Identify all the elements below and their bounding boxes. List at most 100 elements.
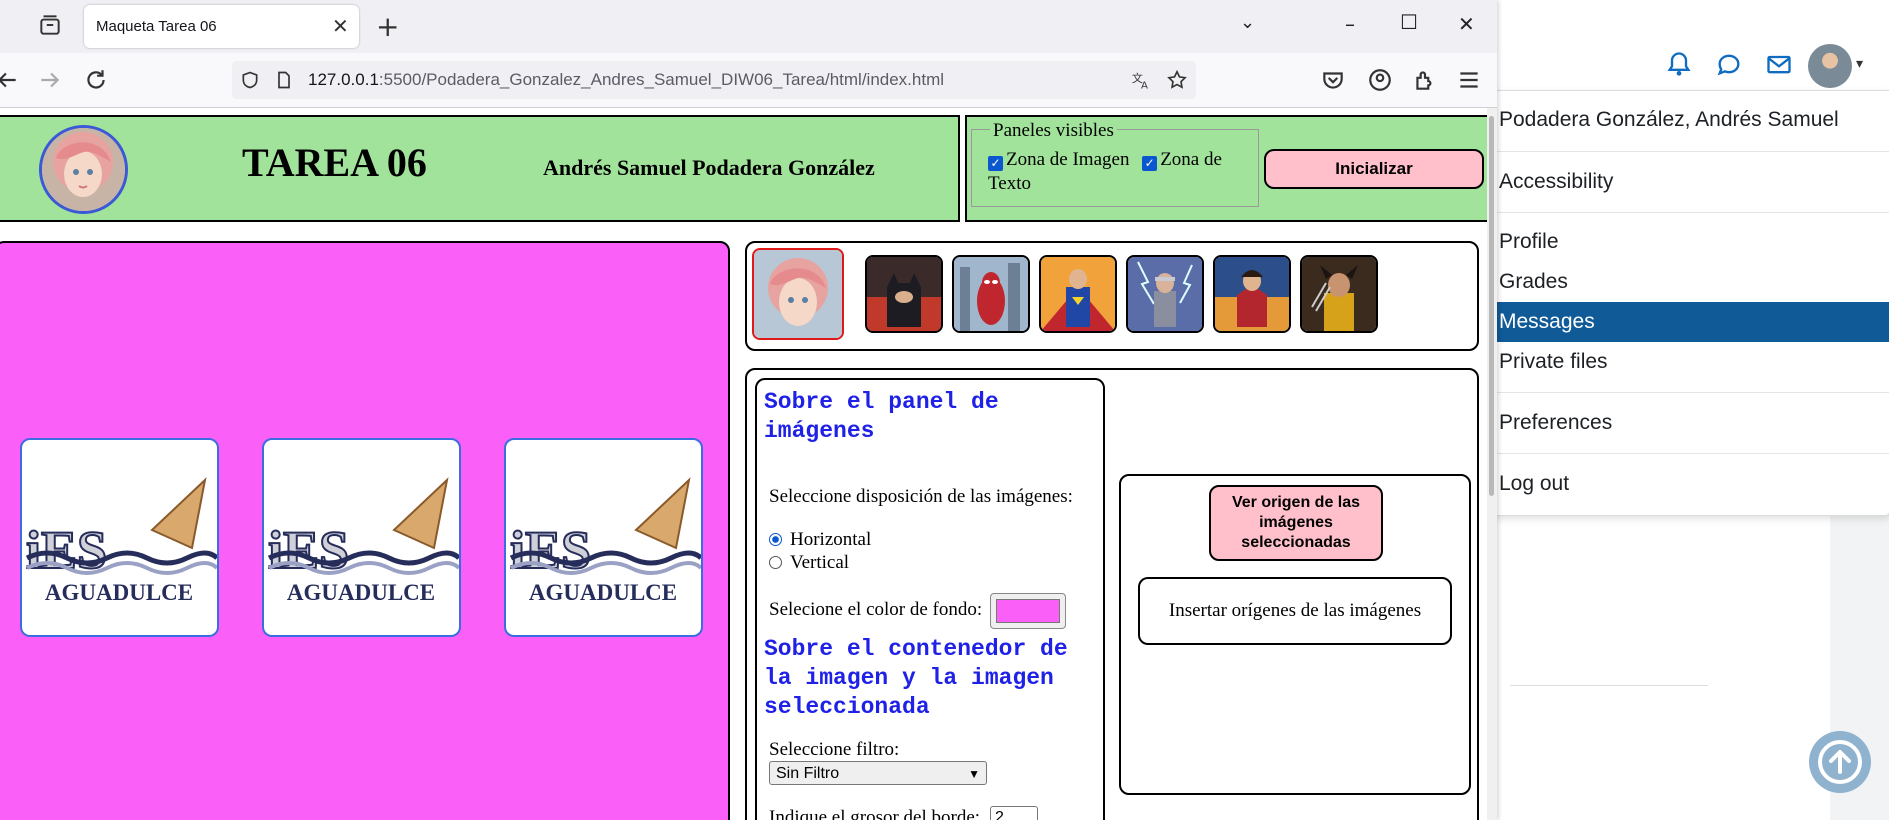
close-window-icon[interactable]: ✕ [1458,12,1475,36]
page-title: TAREA 06 [242,140,427,185]
svg-text:AGUADULCE: AGUADULCE [287,580,435,605]
tab-close-icon[interactable]: ✕ [332,14,349,39]
bg-color-swatch [996,599,1060,623]
hamburger-menu-icon[interactable] [1456,67,1482,93]
thumbnail-batman[interactable] [865,255,943,333]
thumbnail-superman[interactable] [1039,255,1117,333]
header-avatar [39,125,128,214]
translate-icon[interactable]: 文A [1130,69,1152,91]
menu-divider [1491,151,1889,152]
tab-title: Maqueta Tarea 06 [96,18,217,35]
svg-text:AGUADULCE: AGUADULCE [45,580,193,605]
ies-aguadulce-logo: iES AGUADULCE [509,477,701,605]
filter-select[interactable]: Sin Filtro ▼ [769,761,987,785]
chat-icon[interactable] [1715,50,1743,78]
user-dropdown-menu: Podadera González, Andrés Samuel Accessi… [1490,90,1889,516]
radio-vertical[interactable] [769,556,782,569]
page-author: Andrés Samuel Podadera González [543,155,875,180]
back-arrow-icon[interactable] [0,67,20,93]
image-zone-checkbox[interactable]: ✓ [988,156,1003,171]
new-tab-icon[interactable]: + [376,10,399,43]
visible-panels-fieldset: Paneles visibles ✓ Zona de Imagen ✓ Zona d… [971,120,1259,207]
url-host: 127.0.0.1 [308,70,379,89]
menu-item-grades[interactable]: Grades [1491,262,1889,302]
text-zone-checkbox[interactable]: ✓ [1142,156,1158,171]
navigation-bar: 127.0.0.1:5500/Podadera_Gonzalez_Andres_… [0,53,1497,108]
image-card[interactable]: iES AGUADULCE [504,438,703,637]
menu-divider [1491,212,1889,213]
panel-controls: Paneles visibles ✓ Zona de Imagen ✓ Zona d… [965,115,1487,222]
forward-arrow-icon[interactable] [37,67,63,93]
thumbnail-anime-girl[interactable] [752,248,844,340]
page-content: TAREA 06 Andrés Samuel Podadera González… [0,108,1487,820]
origin-box: Ver origen de las imágenes seleccionadas… [1119,474,1471,795]
radio-horizontal[interactable] [769,533,782,546]
image-panel: iES AGUADULCE iES AGUADULCE iES AGUADULC… [0,241,730,820]
reload-icon[interactable] [83,67,109,93]
url-bar[interactable]: 127.0.0.1:5500/Podadera_Gonzalez_Andres_… [232,61,1196,99]
heading-image-container: Sobre el contenedor de la imagen y la im… [764,636,1068,720]
browser-window: Maqueta Tarea 06 ✕ + ⌄ – ☐ ✕ 127.0.0.1:5… [0,0,1497,820]
ies-aguadulce-logo: iES AGUADULCE [267,477,459,605]
tab-active[interactable]: Maqueta Tarea 06 ✕ [84,5,359,48]
shield-icon[interactable] [240,70,260,90]
layout-prompt: Seleccione disposición de las imágenes: [769,486,1073,507]
url-text[interactable]: 127.0.0.1:5500/Podadera_Gonzalez_Andres_… [308,70,944,90]
page-scrollbar[interactable] [1487,108,1497,820]
svg-text:AGUADULCE: AGUADULCE [529,580,677,605]
svg-text:A: A [1141,80,1148,91]
menu-divider [1491,392,1889,393]
text-zone: Sobre el panel de imágenes Seleccione di… [745,368,1479,820]
thumbnail-spiderman[interactable] [952,255,1030,333]
menu-item-messages[interactable]: Messages [1491,302,1889,342]
arrow-up-icon [1818,740,1862,784]
border-width-input[interactable]: 2 [990,806,1038,820]
show-origin-button[interactable]: Ver origen de las imágenes seleccionadas [1209,485,1383,561]
pocket-icon[interactable] [1320,67,1346,93]
heading-image-panel: Sobre el panel de imágenes [764,389,999,444]
filter-selected-value: Sin Filtro [776,765,840,782]
maximize-icon[interactable]: ☐ [1400,10,1418,34]
thumbnail-wolverine[interactable] [1300,255,1378,333]
fieldset-legend: Paneles visibles [990,120,1117,142]
radio-horizontal-row[interactable]: Horizontal [769,529,871,551]
radio-vertical-label: Vertical [790,552,850,573]
tab-overview-icon[interactable] [37,12,63,38]
filter-label: Seleccione filtro: [769,739,900,760]
mail-icon[interactable] [1765,50,1793,78]
tab-list-chevron-icon[interactable]: ⌄ [1240,12,1255,33]
thumbnail-thor[interactable] [1126,255,1204,333]
bookmark-star-icon[interactable] [1166,69,1188,91]
scrollbar-thumb[interactable] [1489,116,1494,496]
image-card[interactable]: iES AGUADULCE [262,438,461,637]
settings-column: Sobre el panel de imágenes Seleccione di… [755,378,1105,820]
minimize-icon[interactable]: – [1345,12,1355,36]
initialize-button[interactable]: Inicializar [1264,149,1484,189]
radio-horizontal-label: Horizontal [790,529,872,550]
image-card[interactable]: iES AGUADULCE [20,438,219,637]
user-avatar[interactable] [1808,44,1852,88]
radio-vertical-row[interactable]: Vertical [769,552,849,574]
page-icon[interactable] [274,70,294,90]
thumbnail-wonder-woman[interactable] [1213,255,1291,333]
extensions-icon[interactable] [1412,67,1438,93]
menu-item-profile[interactable]: Profile [1491,222,1889,262]
menu-item-accessibility[interactable]: Accessibility [1491,162,1889,202]
menu-divider [1491,453,1889,454]
menu-user-name: Podadera González, Andrés Samuel [1499,108,1839,131]
moodle-divider [1510,685,1708,686]
scroll-to-top-button[interactable] [1809,731,1871,793]
account-icon[interactable] [1367,67,1393,93]
tab-bar: Maqueta Tarea 06 ✕ + ⌄ – ☐ ✕ [0,0,1497,53]
bell-icon[interactable] [1665,50,1693,78]
menu-item-logout[interactable]: Log out [1491,464,1889,504]
page-header: TAREA 06 Andrés Samuel Podadera González [0,115,960,222]
bg-color-picker[interactable] [990,593,1066,629]
chevron-down-icon[interactable]: ▾ [1856,56,1863,72]
thumbnail-strip [745,241,1479,351]
menu-item-preferences[interactable]: Preferences [1491,403,1889,443]
chevron-down-icon: ▼ [968,767,980,781]
bg-color-label: Selecione el color de fondo: [769,599,983,620]
menu-item-private-files[interactable]: Private files [1491,342,1889,382]
url-path: :5500/Podadera_Gonzalez_Andres_Samuel_DI… [378,70,945,89]
